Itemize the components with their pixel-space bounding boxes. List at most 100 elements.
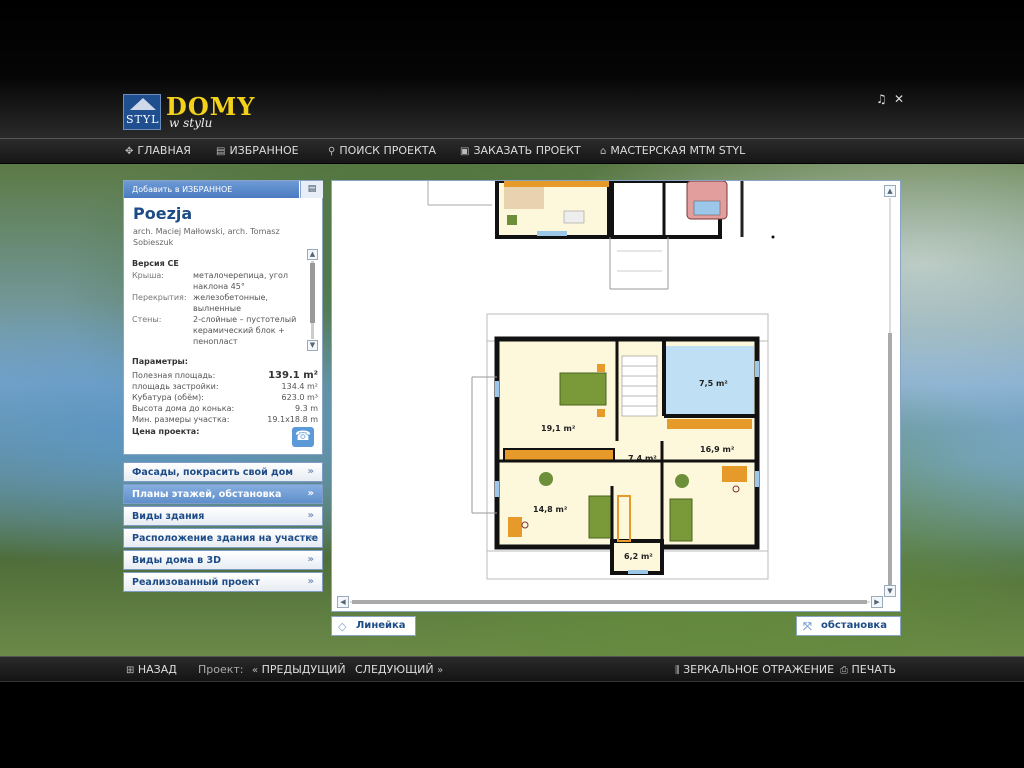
nav-favorites-label: ИЗБРАННОЕ <box>229 144 299 157</box>
chevron-right-icon: » <box>307 510 314 521</box>
chair-icon <box>675 474 689 488</box>
room-area-label: 6,2 m² <box>624 552 653 561</box>
mirror-icon: ⫼ <box>675 665 680 676</box>
spec-key: Перекрытия: <box>132 293 187 302</box>
menu-site-location[interactable]: Расположение здания на участке» <box>123 528 323 548</box>
floor-plan-canvas[interactable]: 7,5 m² 19,1 m² 7,4 m² 16,9 m² 14,8 m² 6,… <box>332 181 882 593</box>
top-icons: ♫ ✕ <box>876 92 906 106</box>
param-key: Полезная площадь: <box>132 371 216 380</box>
price-label: Цена проекта: <box>132 427 200 436</box>
menu-building-views[interactable]: Виды здания » <box>123 506 323 526</box>
room-area-label: 14,8 m² <box>533 505 568 514</box>
scroll-thumb[interactable] <box>352 600 867 604</box>
chevron-right-icon: » <box>437 665 444 676</box>
menu-facades[interactable]: Фасады, покрасить свой дом » <box>123 462 323 482</box>
menu-realized-project[interactable]: Реализованный проект » <box>123 572 323 592</box>
music-icon[interactable]: ♫ <box>876 92 887 106</box>
floor-plan-viewer[interactable]: 7,5 m² 19,1 m² 7,4 m² 16,9 m² 14,8 m² 6,… <box>331 180 901 612</box>
main-nav: ✥ ГЛАВНАЯ ▤ ИЗБРАННОЕ ⚲ ПОИСК ПРОЕКТА ▣ ЗАКА… <box>0 138 1024 164</box>
menu-label: Виды здания <box>132 511 205 522</box>
scroll-up-icon[interactable]: ▲ <box>307 249 318 260</box>
nav-workshop-label: МАСТЕРСКАЯ MTM STYL <box>610 144 746 157</box>
phone-icon[interactable]: ☎ <box>292 427 314 447</box>
menu-label: Реализованный проект <box>132 577 260 588</box>
param-row: площадь застройки: 134.4 m² <box>132 381 318 392</box>
param-key: Мин. размеры участка: <box>132 415 230 424</box>
viewer-vertical-scrollbar[interactable]: ▲ ▼ <box>884 185 896 598</box>
nav-order-label: ЗАКАЗАТЬ ПРОЕКТ <box>473 144 581 157</box>
param-row: Кубатура (обём): 623.0 m³ <box>132 392 318 403</box>
viewer-horizontal-scrollbar[interactable]: ◀ ▶ <box>337 596 883 608</box>
scroll-thumb[interactable] <box>310 263 315 323</box>
nav-favorites[interactable]: ▤ ИЗБРАННОЕ <box>216 144 299 157</box>
bed-icon <box>559 372 607 406</box>
domy-w-stylu-logo[interactable]: STYL DOMY w stylu <box>123 92 273 134</box>
chevron-right-icon: » <box>307 576 314 587</box>
spec-key: Стены: <box>132 315 162 324</box>
chevron-left-icon: « <box>252 665 259 676</box>
logo-subtitle: w stylu <box>169 116 213 130</box>
param-key: Кубатура (обём): <box>132 393 204 402</box>
print-button[interactable]: ⎙ ПЕЧАТЬ <box>840 663 896 676</box>
move-icon: ✥ <box>125 146 134 157</box>
menu-label: Планы этажей, обстановка <box>132 489 282 500</box>
ruler-icon: ◇ <box>338 620 347 633</box>
project-name: Poezja <box>133 204 193 223</box>
next-project-button[interactable]: СЛЕДУЮЩИЙ » <box>355 663 443 676</box>
chair-icon <box>539 472 553 486</box>
nav-search-label: ПОИСК ПРОЕКТА <box>339 144 437 157</box>
param-row: Полезная площадь: 139.1 m² <box>132 370 318 381</box>
previous-label: ПРЕДЫДУЩИЙ <box>261 663 346 676</box>
furniture-toggle-button[interactable]: ⤧ обстановка <box>796 616 901 636</box>
logo-box-text: STYL <box>126 113 160 126</box>
project-architects: arch. Maciej Małłowski, arch. Tomasz Sob… <box>133 227 280 247</box>
scroll-up-icon[interactable]: ▲ <box>884 185 896 197</box>
scroll-thumb[interactable] <box>888 333 892 585</box>
param-value: 9.3 m <box>294 404 318 413</box>
project-nav-label: Проект: <box>198 663 244 676</box>
specs-scrollbar[interactable]: ▲ ▼ <box>307 249 318 351</box>
roof-logo-icon <box>130 98 156 110</box>
scroll-down-icon[interactable]: ▼ <box>307 340 318 351</box>
scroll-right-icon[interactable]: ▶ <box>871 596 883 608</box>
favorites-icon: ▤ <box>216 146 226 157</box>
nav-search[interactable]: ⚲ ПОИСК ПРОЕКТА <box>328 144 436 157</box>
add-to-favorites-button[interactable]: Добавить в ИЗБРАННОЕ <box>124 181 299 198</box>
nav-home-label: ГЛАВНАЯ <box>137 144 191 157</box>
nav-home[interactable]: ✥ ГЛАВНАЯ <box>125 144 191 157</box>
chevron-right-icon: » <box>307 466 314 477</box>
mirror-button[interactable]: ⫼ ЗЕРКАЛЬНОЕ ОТРАЖЕНИЕ <box>675 663 834 676</box>
previous-project-button[interactable]: « ПРЕДЫДУЩИЙ <box>252 663 346 676</box>
param-row: Высота дома до конька: 9.3 m <box>132 403 318 414</box>
search-icon: ⚲ <box>328 146 336 157</box>
chevron-right-icon: » <box>307 554 314 565</box>
close-icon[interactable]: ✕ <box>894 92 904 106</box>
furniture-icon: ⤧ <box>803 620 812 633</box>
mirror-label: ЗЕРКАЛЬНОЕ ОТРАЖЕНИЕ <box>683 663 835 676</box>
room-area-label: 19,1 m² <box>541 424 576 433</box>
spec-key: Крыша: <box>132 271 164 280</box>
bottom-nav: ⊞ НАЗАД Проект: « ПРЕДЫДУЩИЙ СЛЕДУЮЩИЙ »… <box>0 656 1024 682</box>
scroll-left-icon[interactable]: ◀ <box>337 596 349 608</box>
param-row: Мин. размеры участка: 19.1x18.8 m <box>132 414 318 425</box>
menu-floor-plans[interactable]: Планы этажей, обстановка » <box>123 484 323 504</box>
styl-logo-box: STYL <box>123 94 161 130</box>
ruler-button[interactable]: ◇ Линейка <box>331 616 416 636</box>
favorites-icon[interactable]: ▤ <box>300 181 323 198</box>
nav-workshop[interactable]: ⌂ МАСТЕРСКАЯ MTM STYL <box>600 144 745 157</box>
room-area-label: 7,4 m² <box>628 454 657 463</box>
menu-label: Расположение здания на участке <box>132 533 319 544</box>
print-icon: ⎙ <box>840 665 848 676</box>
menu-3d-views[interactable]: Виды дома в 3D » <box>123 550 323 570</box>
ground-floor-plan <box>427 181 775 290</box>
nav-order[interactable]: ▣ ЗАКАЗАТЬ ПРОЕКТ <box>460 144 581 157</box>
back-button[interactable]: ⊞ НАЗАД <box>126 663 177 676</box>
param-value: 139.1 m² <box>268 370 318 381</box>
chevron-right-icon: » <box>307 532 314 543</box>
scroll-down-icon[interactable]: ▼ <box>884 585 896 597</box>
project-version: Версия CE <box>132 259 179 268</box>
top-bar: STYL DOMY w stylu ♫ ✕ <box>0 0 1024 138</box>
room-area-label: 7,5 m² <box>699 379 728 388</box>
grid-icon: ⊞ <box>126 665 135 676</box>
roof-icon: ⌂ <box>600 146 607 157</box>
